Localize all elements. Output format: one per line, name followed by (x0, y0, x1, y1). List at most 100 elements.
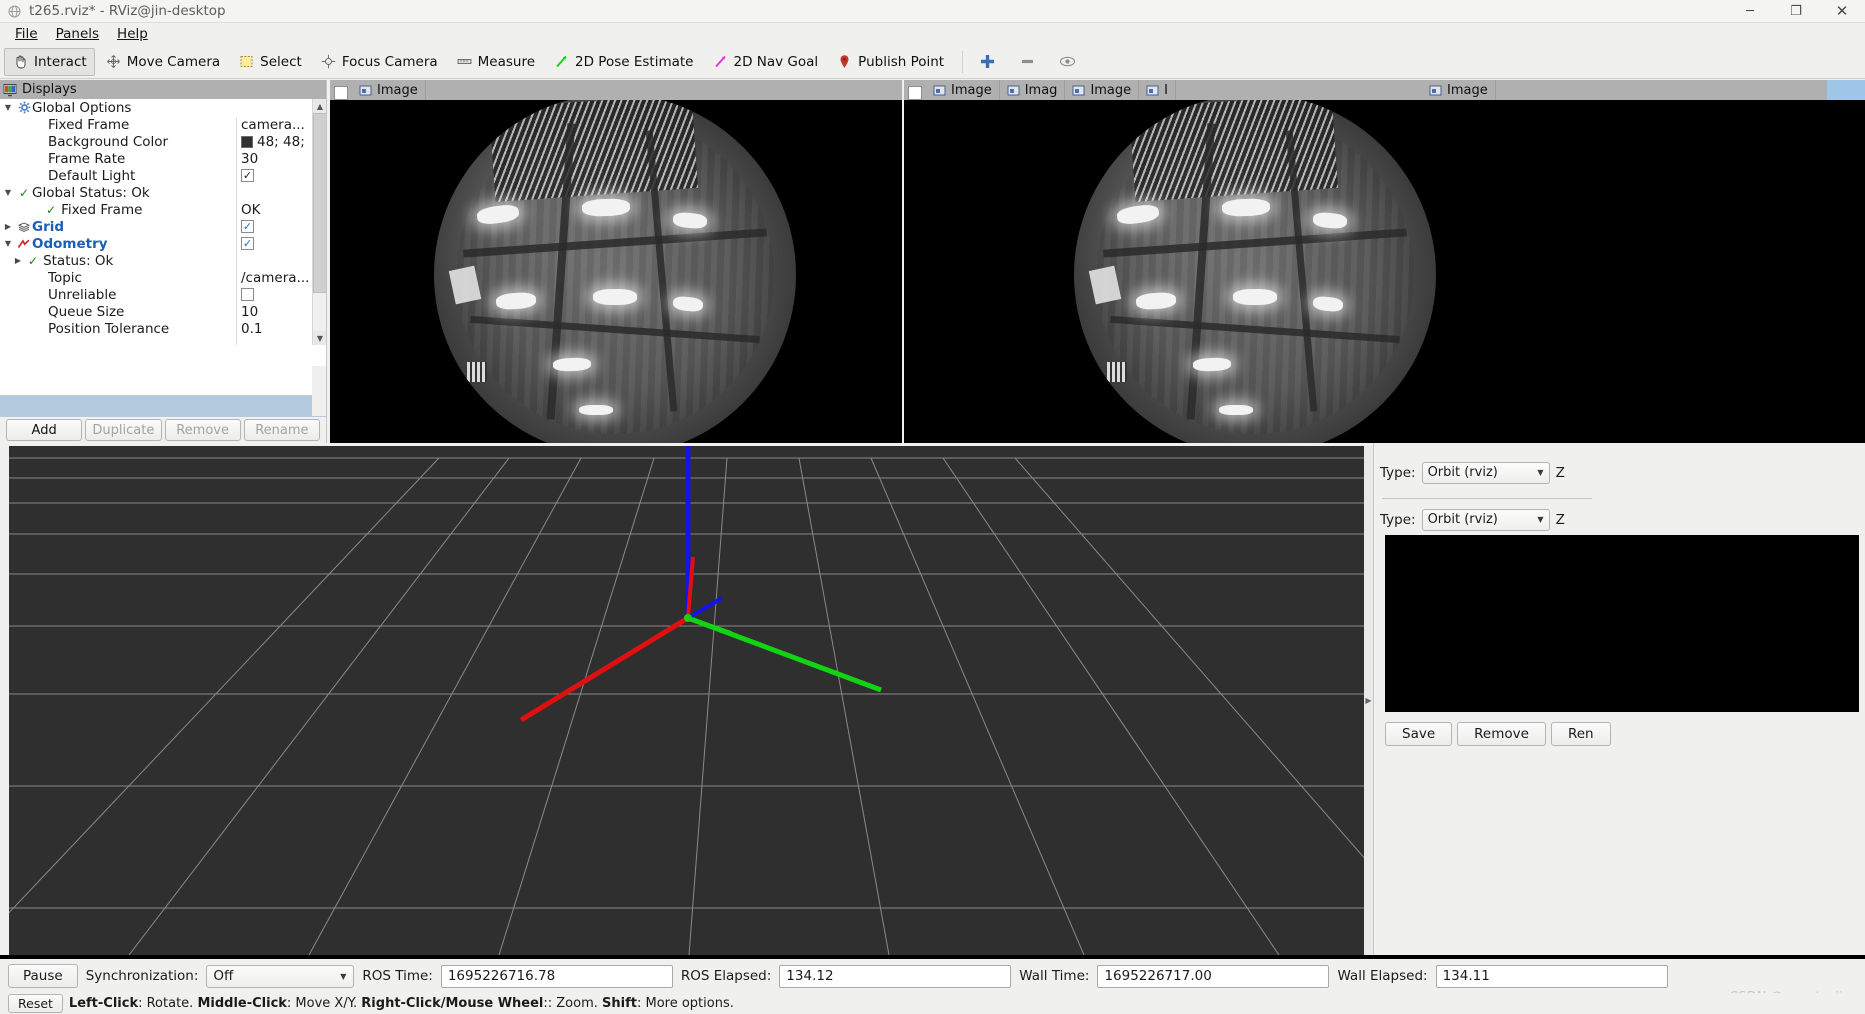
dock-tabbar-endcap (1827, 80, 1865, 100)
tree-label-grid: Grid (32, 218, 65, 235)
axes-origin (684, 614, 692, 622)
duplicate-display-button[interactable]: Duplicate (85, 419, 162, 441)
tree-label-status-fixed-frame-wrap: ✓ Fixed Frame (32, 202, 236, 218)
rename-view-button[interactable]: Ren (1550, 722, 1611, 746)
tool-2d-nav-goal[interactable]: 2D Nav Goal (704, 48, 827, 76)
synchronization-combo[interactable]: Off ▼ (206, 964, 355, 988)
rename-display-button[interactable]: Rename (243, 419, 320, 441)
tree-row-topic[interactable]: Topic /camera... (0, 269, 326, 286)
tree-row-queue-size[interactable]: Queue Size 10 (0, 303, 326, 320)
dock-tab-image-r4[interactable]: I (1139, 80, 1176, 100)
remove-tool-button[interactable] (1011, 48, 1049, 76)
tool-interact[interactable]: Interact (4, 47, 95, 76)
ros-time-field[interactable]: 1695226716.78 (440, 964, 673, 988)
wall-time-field[interactable]: 1695226717.00 (1097, 964, 1330, 988)
tree-row-global-status[interactable]: ▼ ✓ Global Status: Ok (0, 184, 326, 201)
dock-tab-image-r5[interactable]: Image (1422, 80, 1496, 100)
tool-select[interactable]: Select (230, 48, 310, 76)
tool-2d-pose-estimate[interactable]: 2D Pose Estimate (545, 48, 701, 76)
wall-time-label: Wall Time: (1019, 968, 1090, 984)
hint-sep-3: :: Zoom. (543, 996, 603, 1011)
properties-scrollbar[interactable] (312, 366, 326, 416)
ros-elapsed-field[interactable]: 134.12 (779, 964, 1012, 988)
view-type-combo-1[interactable]: Orbit (rviz) ▼ (1421, 461, 1550, 484)
tool-focus-camera[interactable]: Focus Camera (312, 48, 446, 76)
tree-row-global-options[interactable]: ▼ Global Options (0, 99, 326, 116)
tree-row-status-fixed-frame[interactable]: ✓ Fixed Frame OK (0, 201, 326, 218)
tree-row-default-light[interactable]: Default Light ✓ (0, 167, 326, 184)
odometry-enabled-checkbox[interactable]: ✓ (241, 237, 254, 250)
dock-tab-image-r1-label: Image (951, 82, 992, 98)
image-dock-right-body[interactable] (904, 100, 1865, 443)
dock-tab-image-r1[interactable]: Image (926, 80, 1000, 100)
image-dock-right-tabbar: Image Imag Image I Image (904, 80, 1865, 100)
default-light-checkbox[interactable]: ✓ (241, 169, 254, 182)
menu-file[interactable]: File (6, 24, 47, 44)
grid-enabled-checkbox[interactable]: ✓ (241, 220, 254, 233)
reset-button[interactable]: Reset (8, 994, 63, 1013)
synchronization-label: Synchronization: (85, 968, 199, 984)
axis-x-line (519, 615, 690, 723)
menu-help[interactable]: Help (108, 24, 157, 44)
tool-move-camera[interactable]: Move Camera (97, 48, 228, 76)
menu-panels[interactable]: Panels (47, 24, 108, 44)
window-controls: ─ ❐ ✕ (1727, 0, 1865, 22)
remove-view-button[interactable]: Remove (1457, 722, 1546, 746)
close-button[interactable]: ✕ (1819, 0, 1865, 22)
tool-2d-pose-estimate-label: 2D Pose Estimate (575, 53, 694, 70)
grid-and-axes (9, 446, 1364, 955)
scrollbar-thumb[interactable] (313, 113, 326, 293)
tree-row-background-color[interactable]: Background Color 48; 48; (0, 133, 326, 150)
view-type-combo-2[interactable]: Orbit (rviz) ▼ (1421, 508, 1550, 531)
tree-row-fixed-frame[interactable]: Fixed Frame camera... (0, 116, 326, 133)
dock-right-checkbox[interactable] (908, 86, 922, 100)
expand-arrow-down-icon[interactable]: ▼ (0, 188, 16, 197)
add-display-button[interactable]: Add (6, 419, 83, 441)
views-list-area[interactable] (1385, 535, 1859, 712)
grid-icon (16, 220, 32, 234)
dock-tab-image-r3[interactable]: Image (1065, 80, 1140, 100)
ceiling-lamp-8 (578, 405, 613, 416)
move-camera-icon (105, 53, 122, 70)
displays-tree[interactable]: ▼ Global Options Fixed Frame camera... B… (0, 99, 326, 345)
tree-row-odometry-status[interactable]: ▶ ✓ Status: Ok (0, 252, 326, 269)
tool-properties-button[interactable] (1051, 48, 1089, 76)
add-tool-button[interactable] (971, 48, 1009, 76)
tree-row-unreliable[interactable]: Unreliable (0, 286, 326, 303)
dock-left-checkbox[interactable] (334, 86, 348, 100)
tree-label-global-options: Global Options (32, 99, 132, 116)
minimize-button[interactable]: ─ (1727, 0, 1773, 22)
wall-elapsed-field[interactable]: 134.11 (1435, 964, 1668, 988)
tool-measure[interactable]: Measure (448, 48, 543, 76)
scroll-down-icon[interactable]: ▼ (313, 331, 326, 345)
expand-arrow-down-icon[interactable]: ▼ (0, 103, 16, 112)
tree-row-frame-rate[interactable]: Frame Rate 30 (0, 150, 326, 167)
right-dock-handle[interactable]: ▶ (1364, 446, 1373, 955)
tree-row-position-tolerance[interactable]: Position Tolerance 0.1 (0, 320, 326, 337)
views-type-row-1: Type: Orbit (rviz) ▼ Z (1374, 459, 1865, 486)
maximize-button[interactable]: ❐ (1773, 0, 1819, 22)
fisheye-image-right (1074, 100, 1436, 443)
views-type-label-2: Type: (1380, 511, 1416, 528)
3d-render-view[interactable]: ◀ (9, 446, 1364, 955)
pause-button[interactable]: Pause (8, 964, 78, 988)
expand-arrow-down-icon[interactable]: ▼ (0, 239, 16, 248)
expand-arrow-right-icon[interactable]: ▶ (0, 222, 16, 231)
scroll-up-icon[interactable]: ▲ (313, 99, 326, 113)
image-dock-left-body[interactable] (330, 100, 902, 443)
dock-tab-image-r2[interactable]: Imag (999, 80, 1066, 100)
tree-row-odometry[interactable]: ▼ Odometry ✓ (0, 235, 326, 252)
remove-display-button[interactable]: Remove (164, 419, 241, 441)
displays-tree-scrollbar[interactable]: ▲ ▼ (312, 99, 326, 345)
save-view-button[interactable]: Save (1385, 722, 1453, 746)
display-selection-highlight[interactable] (0, 395, 326, 417)
expand-arrow-right-icon[interactable]: ▶ (10, 256, 26, 265)
dock-tab-image-r5-label: Image (1447, 82, 1488, 98)
unreliable-checkbox[interactable] (241, 288, 254, 301)
tree-row-grid[interactable]: ▶ Grid ✓ (0, 218, 326, 235)
dock-tab-image-left[interactable]: Image (352, 80, 426, 100)
tool-focus-camera-label: Focus Camera (341, 53, 438, 70)
tool-publish-point[interactable]: Publish Point (828, 48, 952, 76)
ros-time-label: ROS Time: (362, 968, 433, 984)
views-type-row-2: Type: Orbit (rviz) ▼ Z (1374, 506, 1865, 533)
